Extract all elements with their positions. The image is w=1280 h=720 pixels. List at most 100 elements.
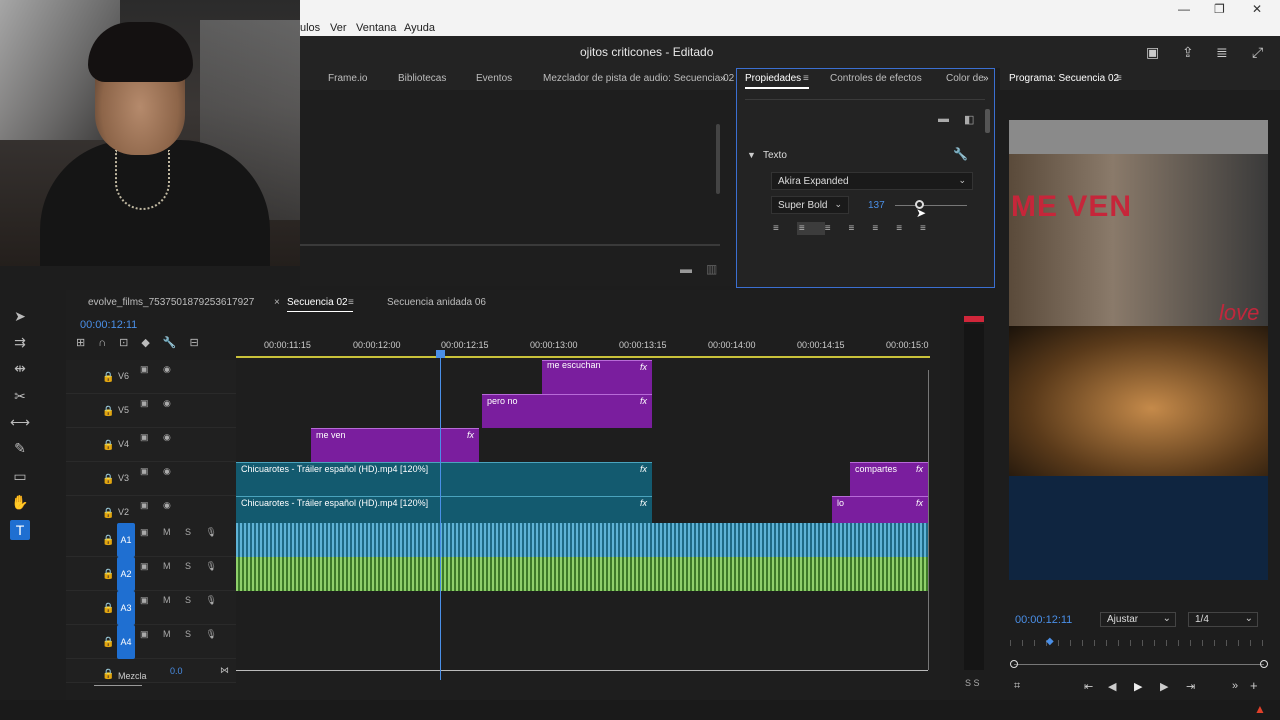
- tab-secuencia-anidada[interactable]: Secuencia anidada 06: [387, 297, 486, 308]
- menu-item[interactable]: ulos: [300, 22, 320, 34]
- overlay-text-love: love: [1219, 300, 1260, 325]
- crop-icon[interactable]: ⌗: [1014, 680, 1020, 693]
- track-a3[interactable]: 🔒 A3 ▣ M S 🎙: [66, 591, 236, 625]
- tab-evolve-films[interactable]: evolve_films_7537501879253617927: [88, 297, 254, 308]
- clip-chicuarotes-v2[interactable]: Chicuarotes - Tráiler español (HD).mp4 […: [236, 496, 652, 523]
- tab-audio-mixer[interactable]: Mezclador de pista de audio: Secuencia 0…: [543, 73, 734, 84]
- program-controls: 00:00:12:11 Ajustar ⌄ 1/4 ⌄ ◆ ⌗ ⇤ ◀ ▶ ▶ ⇥ …: [1000, 604, 1280, 700]
- slip-icon[interactable]: ⟷: [10, 412, 30, 432]
- tab-bibliotecas[interactable]: Bibliotecas: [398, 73, 446, 84]
- razor-icon[interactable]: ✂: [10, 386, 30, 406]
- time-ruler[interactable]: 00:00:11:15 00:00:12:00 00:00:12:15 00:0…: [236, 338, 930, 358]
- playhead-marker[interactable]: ◆: [1046, 636, 1054, 647]
- workspace-icon[interactable]: ▣: [1146, 44, 1159, 61]
- share-icon[interactable]: ⇪: [1182, 44, 1194, 61]
- program-viewer[interactable]: ME VEN love: [1009, 120, 1268, 580]
- program-title[interactable]: Programa: Secuencia 02: [1009, 73, 1119, 84]
- close-button[interactable]: ✕: [1252, 2, 1262, 16]
- step-back-icon[interactable]: ◀: [1108, 680, 1116, 693]
- menu-item-ayuda[interactable]: Ayuda: [404, 22, 435, 34]
- settings-icon[interactable]: ≣: [1216, 44, 1228, 61]
- more-icon[interactable]: »: [1232, 680, 1238, 692]
- tab-color[interactable]: Color de: [946, 73, 984, 84]
- audio-clip-a1[interactable]: [236, 523, 928, 557]
- audio-clip-a2[interactable]: [236, 557, 928, 591]
- track-v5[interactable]: 🔒 V5 ▣ ◉: [66, 394, 236, 428]
- fullscreen-icon[interactable]: ⤢: [1252, 44, 1263, 61]
- track-a4[interactable]: 🔒 A4 ▣ M S 🎙: [66, 625, 236, 659]
- track-v3[interactable]: 🔒 V3 ▣ ◉: [66, 462, 236, 496]
- menu-icon[interactable]: ≡: [1116, 73, 1122, 84]
- align-buttons[interactable]: ≡ ≡ ≡≡≡≡≡: [773, 222, 973, 241]
- clip-compartes[interactable]: compartes fx: [850, 462, 928, 496]
- timeline-zoom-bar[interactable]: [94, 685, 142, 686]
- clip-pero-no[interactable]: pero no fx: [482, 394, 652, 428]
- clip-lo[interactable]: lo fx: [832, 496, 928, 523]
- more-tabs-icon[interactable]: »: [983, 73, 989, 84]
- rectangle-icon[interactable]: ▭: [10, 466, 30, 486]
- panel-tabs: Frame.io Bibliotecas Eventos Mezclador d…: [300, 68, 736, 90]
- track-v6[interactable]: 🔒 V6 ▣ ◉: [66, 360, 236, 394]
- tab-effect-controls[interactable]: Controles de efectos: [830, 73, 922, 84]
- step-to-end-icon[interactable]: ⇥: [1186, 680, 1195, 693]
- tab-secuencia-02[interactable]: Secuencia 02: [287, 297, 348, 308]
- font-select[interactable]: Akira Expanded ⌄: [771, 172, 973, 190]
- trash-icon[interactable]: ▥: [706, 262, 717, 276]
- overlay-text: ME VEN: [1011, 190, 1133, 223]
- graphic-icon[interactable]: ◧: [964, 113, 974, 126]
- pen-icon[interactable]: ✎: [10, 438, 30, 458]
- program-zoom-bar[interactable]: [1014, 664, 1264, 665]
- mix-level-line[interactable]: [236, 670, 928, 671]
- step-forward-icon[interactable]: ▶: [1160, 680, 1168, 693]
- clip-chicuarotes-v3[interactable]: Chicuarotes - Tráiler español (HD).mp4 […: [236, 462, 652, 496]
- timeline-vscroll[interactable]: [928, 370, 929, 670]
- chevron-down-icon[interactable]: ▼: [747, 150, 756, 160]
- more-tabs-icon[interactable]: »: [720, 73, 726, 84]
- chevron-down-icon: ⌄: [834, 199, 842, 209]
- scrollbar[interactable]: [716, 124, 720, 194]
- folder-icon[interactable]: ▬: [938, 113, 949, 125]
- minimize-button[interactable]: —: [1178, 2, 1190, 16]
- step-to-start-icon[interactable]: ⇤: [1084, 680, 1093, 693]
- track-a1[interactable]: 🔒 A1 ▣ M S 🎙: [66, 523, 236, 557]
- style-select[interactable]: Super Bold ⌄: [771, 196, 849, 214]
- playhead-handle[interactable]: [436, 350, 445, 358]
- menu-icon[interactable]: ≡: [348, 297, 354, 308]
- scrollbar[interactable]: [985, 109, 990, 133]
- clip-me-escuchan[interactable]: me escuchan fx: [542, 360, 652, 394]
- track-v4[interactable]: 🔒 V4 ▣ ◉: [66, 428, 236, 462]
- resolution-select[interactable]: 1/4 ⌄: [1188, 612, 1258, 627]
- font-size-value[interactable]: 137: [868, 200, 885, 211]
- type-tool-icon[interactable]: T: [10, 520, 30, 540]
- track-select-icon[interactable]: ⇉: [10, 332, 30, 352]
- solo-labels[interactable]: S S: [965, 678, 980, 688]
- menu-item-ventana[interactable]: Ventana: [356, 22, 396, 34]
- hand-icon[interactable]: ✋: [10, 492, 30, 512]
- timeline-timecode[interactable]: 00:00:12:11: [80, 319, 137, 331]
- track-mix[interactable]: 🔒 Mezcla 0.0 ⋈: [66, 659, 236, 683]
- font-size-slider[interactable]: [895, 205, 967, 206]
- selection-tool-icon[interactable]: ➤: [10, 306, 30, 326]
- close-icon[interactable]: ×: [274, 297, 280, 308]
- zoom-select[interactable]: Ajustar ⌄: [1100, 612, 1176, 627]
- program-timecode[interactable]: 00:00:12:11: [1015, 614, 1072, 626]
- menu-item-ver[interactable]: Ver: [330, 22, 347, 34]
- clip-me-ven[interactable]: me ven fx: [311, 428, 479, 462]
- ripple-edit-icon[interactable]: ⇹: [10, 358, 30, 378]
- maximize-button[interactable]: ❐: [1214, 2, 1225, 16]
- tab-propiedades[interactable]: Propiedades: [745, 73, 801, 84]
- app-header: ojitos criticones - Editado ▣ ⇪ ≣ ⤢: [300, 36, 1280, 68]
- add-icon[interactable]: +: [1250, 678, 1258, 693]
- h-scrollbar[interactable]: [300, 244, 720, 246]
- section-texto[interactable]: Texto: [763, 150, 787, 161]
- play-icon[interactable]: ▶: [1134, 680, 1142, 693]
- tab-eventos[interactable]: Eventos: [476, 73, 512, 84]
- menu-icon[interactable]: ≡: [803, 73, 809, 84]
- warning-icon[interactable]: ▲: [1254, 702, 1266, 716]
- wrench-icon[interactable]: 🔧: [953, 147, 968, 161]
- timeline-toolbar[interactable]: ⊞∩⊡◆🔧⊟: [76, 336, 236, 354]
- tab-frameio[interactable]: Frame.io: [328, 73, 367, 84]
- folder-icon[interactable]: ▬: [680, 262, 692, 276]
- track-a2[interactable]: 🔒 A2 ▣ M S 🎙: [66, 557, 236, 591]
- playhead[interactable]: [440, 350, 441, 680]
